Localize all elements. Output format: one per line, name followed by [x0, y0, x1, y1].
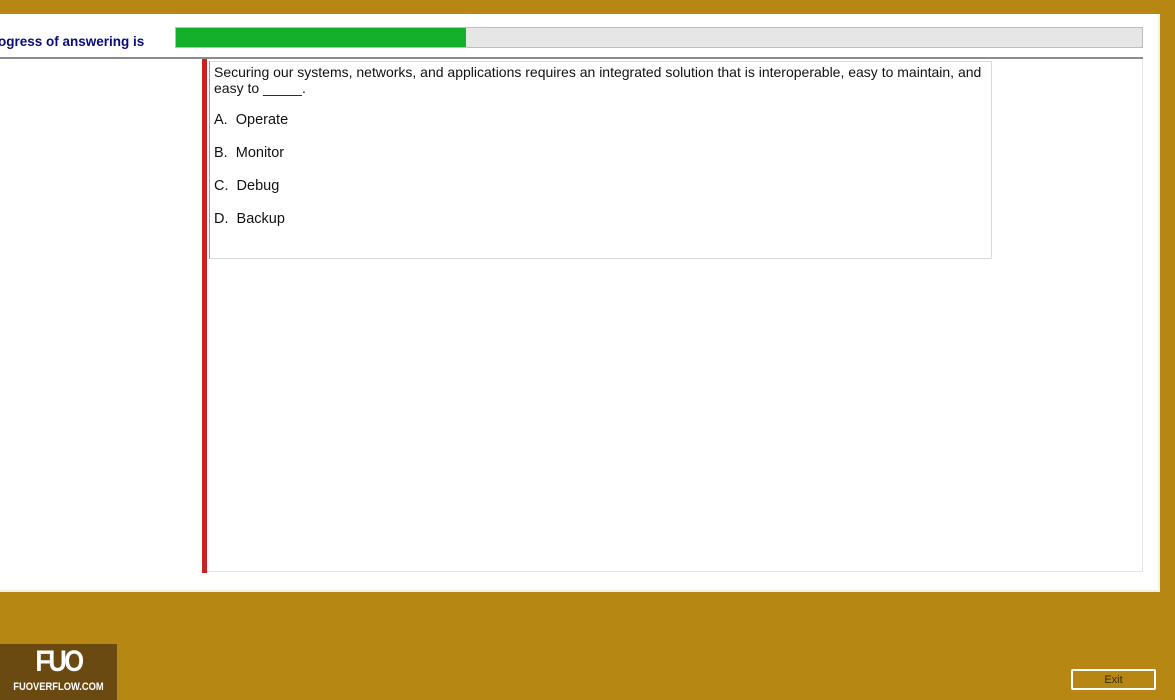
- progress-label: ogress of answering is: [0, 34, 145, 49]
- progress-bar-fill: [176, 28, 466, 47]
- option-b[interactable]: B. Monitor: [214, 137, 987, 170]
- question-text: Securing our systems, networks, and appl…: [214, 64, 982, 96]
- fuoverflow-logo: FUO FUOVERFLOW.COM: [0, 644, 117, 700]
- exit-button[interactable]: Exit: [1071, 669, 1156, 690]
- question-content-pane: Securing our systems, networks, and appl…: [207, 59, 1143, 572]
- logo-mark: FUO: [35, 645, 84, 678]
- question-box: Securing our systems, networks, and appl…: [209, 61, 992, 259]
- logo-text: FUOVERFLOW.COM: [13, 681, 104, 693]
- question-list-pane: [0, 59, 202, 572]
- option-a[interactable]: A. Operate: [214, 104, 987, 137]
- option-c[interactable]: C. Debug: [214, 170, 987, 203]
- progress-bar: [175, 27, 1143, 48]
- main-window: ogress of answering is Securing our syst…: [0, 14, 1160, 592]
- option-d[interactable]: D. Backup: [214, 203, 987, 236]
